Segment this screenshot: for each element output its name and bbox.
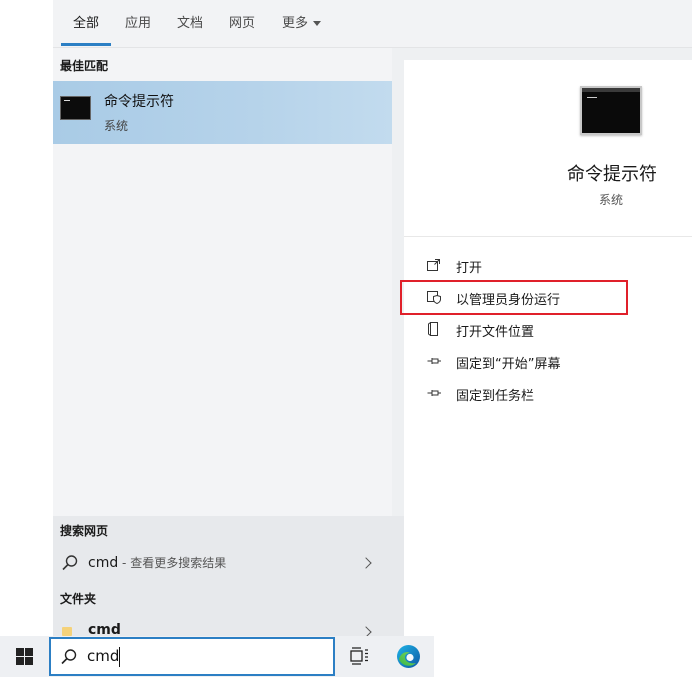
action-pin-to-start[interactable]: 固定到“开始”屏幕 bbox=[426, 351, 626, 373]
search-tab-bar: 全部 应用 文档 网页 更多 bbox=[53, 0, 692, 48]
action-open-file-location-label: 打开文件位置 bbox=[456, 325, 535, 340]
folder-result[interactable]: cmd bbox=[53, 618, 404, 636]
folder-icon bbox=[62, 627, 72, 636]
taskbar-search-box[interactable] bbox=[49, 637, 335, 676]
action-pin-to-taskbar[interactable]: 固定到任务栏 bbox=[426, 383, 626, 405]
tab-web[interactable]: 网页 bbox=[229, 12, 255, 31]
web-search-heading: 搜索网页 bbox=[60, 524, 109, 538]
tab-all[interactable]: 全部 bbox=[73, 12, 99, 31]
chevron-right-icon bbox=[360, 557, 372, 569]
chevron-right-icon bbox=[360, 626, 372, 636]
action-pin-to-taskbar-label: 固定到任务栏 bbox=[456, 389, 535, 404]
open-icon bbox=[427, 259, 440, 271]
search-icon bbox=[62, 555, 78, 571]
file-location-icon bbox=[428, 322, 438, 336]
edge-browser-icon[interactable] bbox=[396, 644, 421, 669]
action-open-file-location[interactable]: 打开文件位置 bbox=[426, 319, 626, 341]
command-prompt-large-icon bbox=[580, 86, 642, 135]
best-match-type: 系统 bbox=[104, 119, 129, 133]
web-search-result[interactable]: cmd - 查看更多搜索结果 bbox=[53, 545, 404, 581]
text-cursor bbox=[119, 647, 120, 667]
highlight-annotation-box bbox=[400, 280, 628, 315]
tab-apps[interactable]: 应用 bbox=[125, 12, 151, 31]
details-subtitle: 系统 bbox=[599, 193, 624, 207]
pin-icon bbox=[427, 358, 441, 364]
tab-more[interactable]: 更多 bbox=[282, 12, 322, 31]
folder-name: cmd bbox=[88, 622, 121, 636]
pin-icon bbox=[427, 390, 441, 396]
command-prompt-icon bbox=[60, 96, 91, 120]
windows-start-icon[interactable] bbox=[16, 648, 33, 665]
details-panel bbox=[404, 60, 692, 636]
action-open[interactable]: 打开 bbox=[426, 255, 626, 277]
best-match-name: 命令提示符 bbox=[104, 94, 174, 110]
web-search-query: cmd bbox=[88, 555, 119, 571]
best-match-heading: 最佳匹配 bbox=[60, 59, 109, 73]
task-view-icon[interactable] bbox=[350, 647, 370, 665]
folders-heading: 文件夹 bbox=[60, 592, 97, 606]
divider bbox=[404, 236, 692, 237]
search-icon bbox=[61, 649, 77, 665]
active-tab-indicator bbox=[61, 43, 111, 46]
action-open-label: 打开 bbox=[456, 261, 483, 276]
details-title-text: 命令提示符 bbox=[567, 164, 657, 185]
web-search-query-line: cmd - 查看更多搜索结果 bbox=[88, 554, 226, 571]
chevron-down-icon bbox=[313, 21, 322, 26]
action-pin-to-start-label: 固定到“开始”屏幕 bbox=[456, 357, 561, 372]
web-search-hint: - 查看更多搜索结果 bbox=[118, 556, 227, 570]
tab-more-label: 更多 bbox=[282, 16, 309, 31]
search-input[interactable] bbox=[87, 647, 287, 665]
tab-documents[interactable]: 文档 bbox=[177, 12, 203, 31]
